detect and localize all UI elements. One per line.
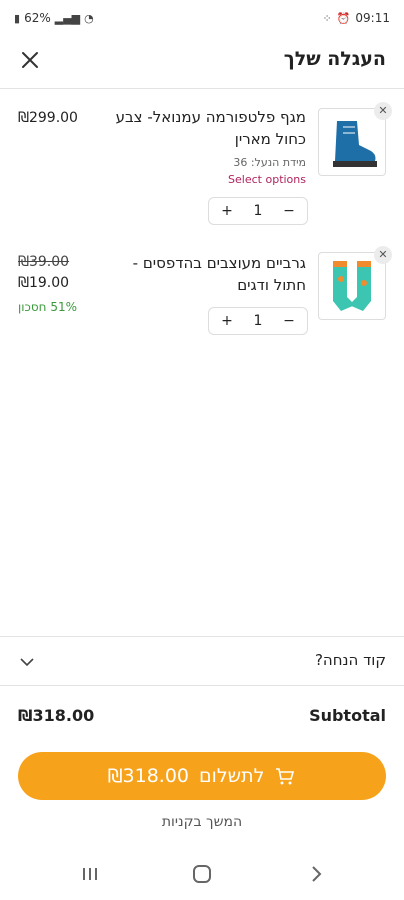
checkout-amount: ₪318.00 [107, 765, 190, 787]
clock: 09:11 [355, 11, 390, 25]
product-name[interactable]: מגף פלטפורמה עמנואל- צבע כחול מארין [106, 106, 306, 150]
continue-shopping-link[interactable]: המשך בקניות [0, 814, 404, 830]
checkout-label: לתשלום [199, 765, 265, 787]
quantity-stepper: + 1 − [208, 197, 308, 225]
wifi-icon: ◔ [84, 11, 94, 25]
battery-icon: ▮ [14, 11, 21, 25]
home-icon[interactable] [190, 862, 214, 886]
alarm-icon: ⏰ [336, 11, 351, 25]
cart-title: העגלה שלך [283, 48, 386, 70]
quantity-value[interactable]: 1 [248, 203, 268, 219]
increase-quantity-button[interactable]: + [217, 313, 237, 329]
subtotal-label: Subtotal [309, 706, 386, 725]
header-divider [0, 88, 404, 89]
battery-level: 62% [24, 11, 51, 25]
quantity-value[interactable]: 1 [248, 313, 268, 329]
cart-header: העגלה שלך [0, 40, 404, 84]
increase-quantity-button[interactable]: + [217, 203, 237, 219]
status-bar: ▮ 62% ▂▄▆ ◔ ⁘ ⏰ 09:11 [0, 0, 404, 38]
back-icon[interactable] [304, 862, 328, 886]
coupon-label: קוד הנחה? [314, 651, 386, 669]
quantity-stepper: + 1 − [208, 307, 308, 335]
product-name[interactable]: גרביים מעוצבים בהדפסים - חתול ודגים [106, 252, 306, 296]
cart-icon [276, 768, 295, 785]
original-price: ₪39.00 [18, 254, 70, 270]
notification-icon: ⁘ [322, 11, 332, 25]
product-price: ₪19.00 [18, 275, 70, 291]
close-icon[interactable] [18, 48, 42, 72]
system-nav-bar [0, 856, 404, 892]
product-size: מידת הנעל: 36 [233, 156, 306, 169]
remove-item-button[interactable]: ✕ [374, 102, 392, 120]
chevron-down-icon [20, 658, 34, 667]
subtotal-value: ₪318.00 [18, 706, 95, 725]
remove-item-button[interactable]: ✕ [374, 246, 392, 264]
socks-icon [333, 261, 371, 311]
select-options-link[interactable]: Select options [228, 173, 306, 186]
boot-icon [333, 121, 377, 167]
product-thumbnail[interactable] [318, 252, 386, 320]
coupon-toggle[interactable]: קוד הנחה? [0, 636, 404, 686]
recent-apps-icon[interactable] [78, 862, 102, 886]
decrease-quantity-button[interactable]: − [279, 313, 299, 329]
savings-badge: 51% חסכון [18, 300, 77, 314]
decrease-quantity-button[interactable]: − [279, 203, 299, 219]
checkout-button[interactable]: לתשלום ₪318.00 [18, 752, 386, 800]
signal-icon: ▂▄▆ [54, 11, 81, 25]
product-price: ₪299.00 [18, 110, 78, 126]
product-thumbnail[interactable] [318, 108, 386, 176]
